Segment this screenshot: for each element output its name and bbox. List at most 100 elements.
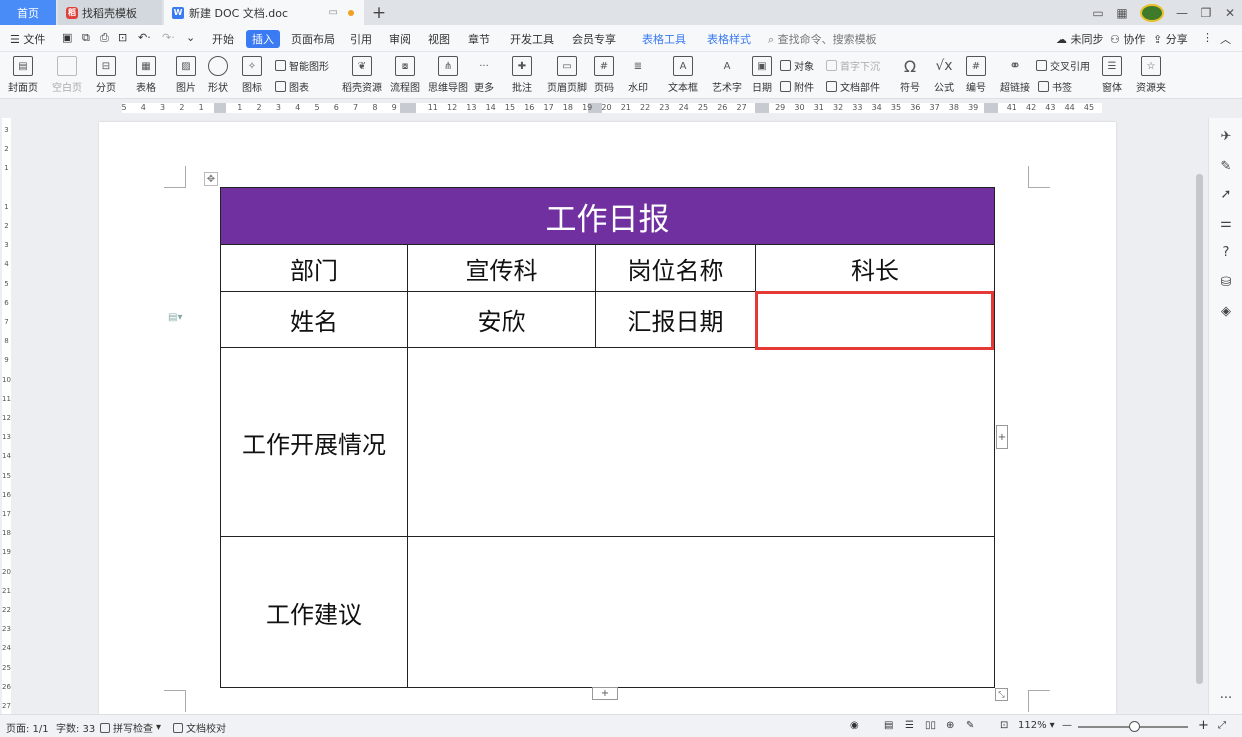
cursor-icon[interactable]: ➚ bbox=[1218, 186, 1234, 202]
attachment-button[interactable]: 附件 bbox=[780, 79, 814, 94]
textbox-button[interactable]: A 文本框 bbox=[668, 56, 698, 94]
suggestion-label-cell[interactable]: 工作建议 bbox=[220, 536, 408, 688]
fit-page-icon[interactable]: ⊡ bbox=[1000, 720, 1008, 731]
name-value-cell[interactable]: 安欣 bbox=[407, 291, 596, 348]
header-footer-button[interactable]: ▭ 页眉页脚 bbox=[547, 56, 587, 94]
new-tab-button[interactable]: + bbox=[370, 0, 388, 25]
menu-table-style[interactable]: 表格样式 bbox=[707, 31, 751, 47]
redo-icon[interactable]: ↷· bbox=[162, 31, 175, 44]
outline-view-icon[interactable]: ☰ bbox=[905, 720, 914, 731]
position-label-cell[interactable]: 岗位名称 bbox=[595, 244, 756, 292]
shape-button[interactable]: 形状 bbox=[208, 56, 228, 94]
form-button[interactable]: ☰ 窗体 bbox=[1102, 56, 1122, 94]
wordart-button[interactable]: A 艺术字 bbox=[712, 56, 742, 95]
tab-home[interactable]: 首页 bbox=[0, 0, 56, 25]
ruler-column-marker[interactable] bbox=[755, 103, 769, 113]
print-icon[interactable]: ⎙ bbox=[100, 31, 109, 45]
add-row-button[interactable]: + bbox=[592, 687, 618, 700]
menu-table-tools[interactable]: 表格工具 bbox=[642, 31, 686, 47]
symbol-button[interactable]: Ω 符号 bbox=[900, 56, 920, 95]
fullscreen-icon[interactable]: ⤢ bbox=[1218, 720, 1226, 731]
page-count[interactable]: 页面: 1/1 bbox=[6, 720, 49, 735]
page-view-icon[interactable]: ▤ bbox=[884, 720, 893, 731]
proofread-button[interactable]: 文档校对 bbox=[173, 720, 226, 735]
cover-page-button[interactable]: ▤ 封面页 bbox=[8, 56, 38, 94]
minimize-icon[interactable]: — bbox=[1170, 6, 1194, 20]
date-label-cell[interactable]: 汇报日期 bbox=[595, 291, 756, 348]
bookmark-button[interactable]: 书签 bbox=[1038, 79, 1072, 94]
picture-button[interactable]: ▨ 图片 bbox=[176, 56, 196, 94]
menu-review[interactable]: 审阅 bbox=[389, 31, 411, 47]
progress-label-cell[interactable]: 工作开展情况 bbox=[220, 347, 408, 537]
help-icon[interactable]: ? bbox=[1218, 244, 1234, 260]
reading-view-icon[interactable]: ▯▯ bbox=[925, 720, 936, 731]
pen-icon[interactable]: ✎ bbox=[1218, 158, 1234, 174]
table-title-cell[interactable]: 工作日报 bbox=[220, 187, 995, 245]
vertical-scrollbar[interactable] bbox=[1192, 99, 1206, 714]
progress-value-cell[interactable] bbox=[407, 347, 995, 537]
restore-icon[interactable]: ❐ bbox=[1194, 6, 1218, 20]
menu-start[interactable]: 开始 bbox=[212, 31, 234, 47]
ruler-margin-marker[interactable] bbox=[214, 103, 226, 113]
suggestion-value-cell[interactable] bbox=[407, 536, 995, 688]
grid-icon[interactable]: ▦ bbox=[1110, 6, 1134, 20]
comment-button[interactable]: ✚ 批注 bbox=[512, 56, 532, 94]
web-view-icon[interactable]: ⊕ bbox=[946, 720, 954, 731]
menu-view[interactable]: 视图 bbox=[428, 31, 450, 47]
ruler-margin-marker[interactable] bbox=[984, 103, 998, 113]
zoom-level[interactable]: 112% ▾ bbox=[1018, 720, 1055, 731]
more-icon[interactable]: ⋮ bbox=[1202, 31, 1213, 44]
close-icon[interactable]: ✕ bbox=[1218, 6, 1242, 20]
object-button[interactable]: 对象 bbox=[780, 58, 814, 73]
formula-button[interactable]: √x 公式 bbox=[934, 56, 954, 94]
zoom-slider-thumb[interactable] bbox=[1129, 721, 1140, 732]
menu-developer[interactable]: 开发工具 bbox=[510, 31, 554, 47]
rocket-icon[interactable]: ✈ bbox=[1218, 128, 1234, 144]
icon-button[interactable]: ✧ 图标 bbox=[242, 56, 262, 94]
monitor-icon[interactable]: ▭ bbox=[329, 7, 338, 18]
command-search[interactable]: ⌕ 查找命令、搜索模板 bbox=[768, 31, 877, 47]
table-resize-handle-icon[interactable]: ⤡ bbox=[995, 688, 1008, 701]
daily-report-table[interactable]: 工作日报 部门 宣传科 岗位名称 科长 姓名 安欣 汇报日期 工作开展情况 工作… bbox=[220, 187, 995, 688]
dept-value-cell[interactable]: 宣传科 bbox=[407, 244, 596, 292]
mindmap-button[interactable]: ⋔ 思维导图 bbox=[428, 56, 468, 94]
page-number-button[interactable]: # 页码 bbox=[594, 56, 614, 94]
table-move-handle-icon[interactable]: ✥ bbox=[204, 172, 218, 186]
date-button[interactable]: ▣ 日期 bbox=[752, 56, 772, 94]
crossref-button[interactable]: 交叉引用 bbox=[1036, 58, 1090, 73]
dropcap-button[interactable]: 首字下沉 bbox=[826, 58, 880, 73]
chart-button[interactable]: 图表 bbox=[275, 79, 309, 94]
name-label-cell[interactable]: 姓名 bbox=[220, 291, 408, 348]
tab-document[interactable]: W 新建 DOC 文档.doc ▭ bbox=[164, 0, 364, 25]
dept-label-cell[interactable]: 部门 bbox=[220, 244, 408, 292]
preview-icon[interactable]: ⊡ bbox=[118, 31, 127, 44]
menu-chapter[interactable]: 章节 bbox=[468, 31, 490, 47]
spellcheck-button[interactable]: 拼写检查 ▾ bbox=[100, 720, 161, 735]
hyperlink-button[interactable]: ⚭ 超链接 bbox=[1000, 56, 1030, 94]
word-count[interactable]: 字数: 33 bbox=[56, 720, 95, 735]
settings-sliders-icon[interactable]: ⚌ bbox=[1218, 215, 1234, 231]
flowchart-button[interactable]: ⧇ 流程图 bbox=[390, 56, 420, 94]
collapse-ribbon-icon[interactable]: ︿ bbox=[1220, 31, 1231, 47]
resources-button[interactable]: ❦ 稻壳资源 bbox=[342, 56, 382, 94]
table-button[interactable]: ▦ 表格 bbox=[136, 56, 156, 94]
position-value-cell[interactable]: 科长 bbox=[755, 244, 995, 292]
vertical-ruler[interactable]: 3 2 1 1 2 3 4 5 6 7 8 9 10 11 12 13 14 15 16 17 18 19 20 21 22 23… bbox=[0, 118, 12, 714]
share-button[interactable]: ⇪ 分享 bbox=[1153, 31, 1188, 47]
quick-access-dropdown-icon[interactable]: ⌄ bbox=[186, 31, 195, 44]
avatar[interactable] bbox=[1140, 3, 1164, 22]
page-break-button[interactable]: ⊟ 分页 bbox=[96, 56, 116, 94]
more-dots-icon[interactable]: ··· bbox=[1218, 690, 1234, 706]
backup-icon[interactable]: ⛁ bbox=[1218, 274, 1234, 290]
doc-parts-button[interactable]: 文档部件 bbox=[826, 79, 880, 94]
paragraph-layout-icon[interactable]: ▤▾ bbox=[168, 312, 182, 323]
blank-page-button[interactable]: 空白页 bbox=[52, 56, 82, 94]
zoom-out-icon[interactable]: — bbox=[1062, 720, 1072, 731]
eye-icon[interactable]: ◉ bbox=[850, 720, 859, 731]
sync-button[interactable]: ☁ 未同步 bbox=[1056, 31, 1104, 47]
smartart-button[interactable]: 智能图形 bbox=[275, 58, 329, 73]
zoom-in-icon[interactable]: + bbox=[1198, 718, 1209, 733]
undo-icon[interactable]: ↶· bbox=[138, 31, 151, 44]
horizontal-ruler[interactable]: 5 4 3 2 1 1 2 3 4 5 6 7 8 9 11 12 13 14 15 16 17 18 19 20 21 22 23… bbox=[0, 99, 1242, 118]
resource-folder-button[interactable]: ☆ 资源夹 bbox=[1136, 56, 1166, 94]
